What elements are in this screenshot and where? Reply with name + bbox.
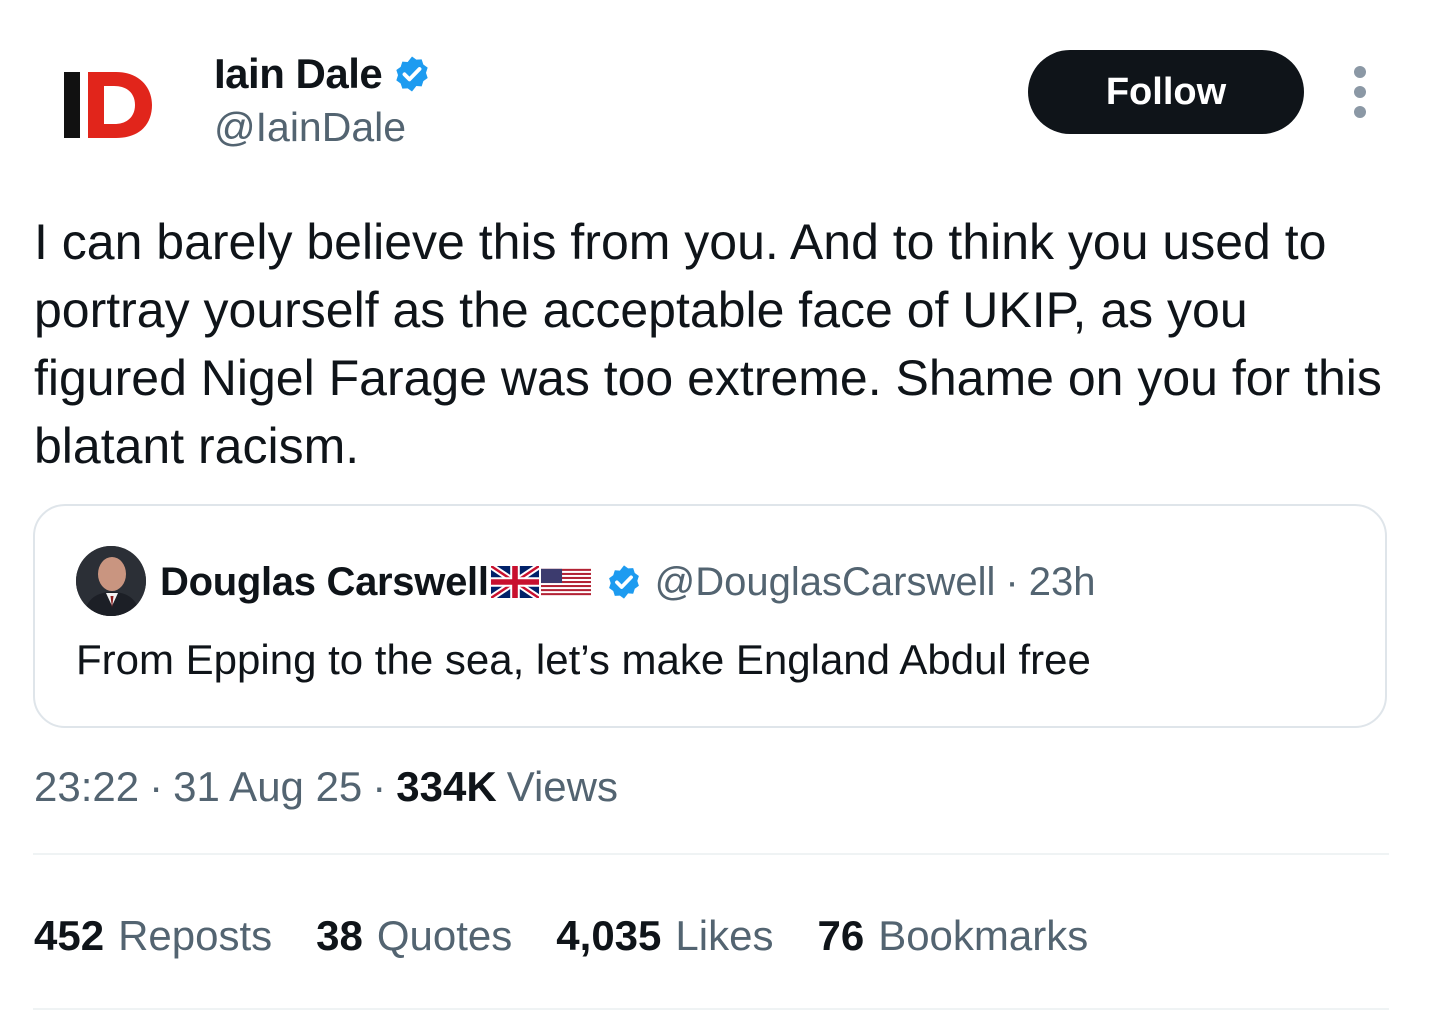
- stat-label: Quotes: [376, 912, 513, 959]
- more-dot: [1354, 106, 1366, 118]
- quote-flags: [490, 566, 591, 598]
- divider: [33, 1008, 1389, 1010]
- stat-count: 76: [817, 912, 865, 959]
- author-display-name[interactable]: Iain Dale: [214, 50, 383, 98]
- quote-timestamp[interactable]: 23h: [1029, 560, 1096, 605]
- verified-badge-icon: [608, 565, 639, 599]
- tweet-date[interactable]: 31 Aug 25: [173, 763, 362, 811]
- stat-count: 452: [34, 912, 105, 959]
- author-avatar[interactable]: [58, 62, 158, 148]
- stat-reposts[interactable]: 452 Reposts: [34, 912, 272, 960]
- more-dot: [1354, 66, 1366, 78]
- separator-dot: ·: [1005, 559, 1019, 604]
- author-handle[interactable]: @IainDale: [214, 104, 406, 151]
- divider: [33, 853, 1389, 855]
- uk-flag-icon: [490, 566, 539, 598]
- views-count[interactable]: 334K: [396, 763, 496, 811]
- tweet-text: I can barely believe this from you. And …: [34, 214, 1382, 474]
- more-dot: [1354, 86, 1366, 98]
- more-options-icon[interactable]: [1340, 66, 1380, 118]
- stat-label: Bookmarks: [878, 912, 1089, 959]
- quote-header: Douglas Carswell @DouglasCarswell · 23h: [160, 556, 1095, 608]
- verified-badge-icon: [396, 56, 428, 92]
- follow-button[interactable]: Follow: [1028, 50, 1304, 134]
- quote-author-name[interactable]: Douglas Carswell: [160, 560, 489, 605]
- stat-bookmarks[interactable]: 76 Bookmarks: [817, 912, 1088, 960]
- tweet-time[interactable]: 23:22: [34, 763, 139, 811]
- stat-label: Likes: [675, 912, 774, 959]
- engagement-stats: 452 Reposts 38 Quotes 4,035 Likes 76 Boo…: [34, 908, 1132, 964]
- separator-dot: ·: [372, 763, 387, 810]
- id-logo-icon: [64, 72, 152, 138]
- quoted-tweet-card[interactable]: [33, 504, 1387, 728]
- quote-author-avatar[interactable]: [76, 546, 146, 616]
- quote-text: From Epping to the sea, let’s make Engla…: [76, 636, 1091, 683]
- separator-dot: ·: [149, 763, 164, 810]
- portrait-photo: [76, 546, 146, 616]
- stat-label: Reposts: [118, 912, 273, 959]
- stat-count: 4,035: [556, 912, 662, 959]
- quote-author-handle[interactable]: @DouglasCarswell: [655, 560, 996, 605]
- stat-count: 38: [316, 912, 363, 959]
- author-name-row: Iain Dale: [214, 48, 432, 100]
- us-flag-icon: [540, 568, 591, 596]
- tweet-meta: 23:22 · 31 Aug 25 · 334K Views: [34, 760, 618, 814]
- stat-quotes[interactable]: 38 Quotes: [316, 912, 512, 960]
- views-label: Views: [506, 763, 618, 810]
- stat-likes[interactable]: 4,035 Likes: [556, 912, 773, 960]
